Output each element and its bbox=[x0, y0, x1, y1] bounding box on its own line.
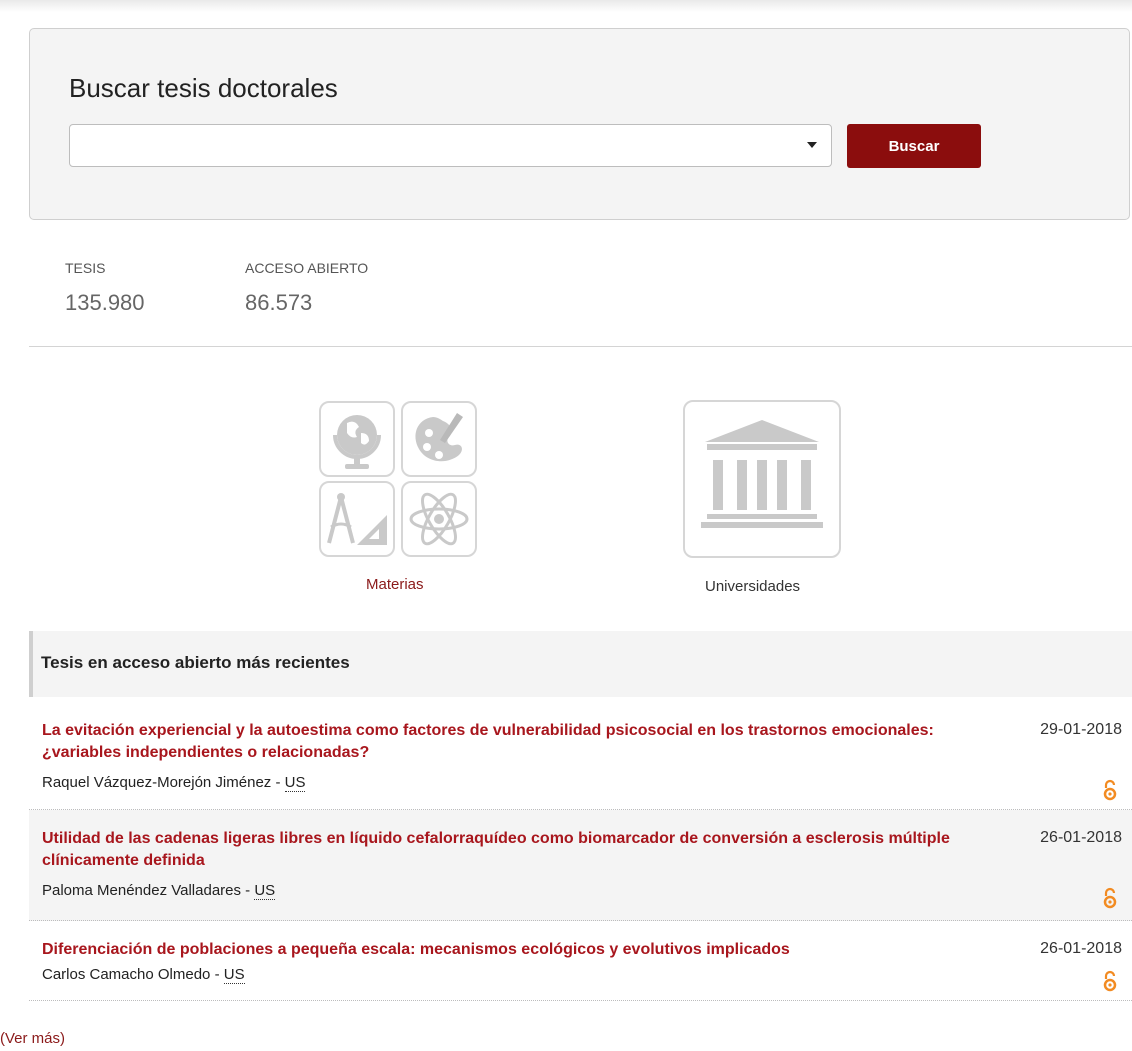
thesis-author: Paloma Menéndez Valladares - US bbox=[42, 882, 276, 900]
thesis-title-link[interactable]: Utilidad de las cadenas ligeras libres e… bbox=[42, 828, 992, 872]
search-title: Buscar tesis doctorales bbox=[69, 73, 338, 103]
list-item: Diferenciación de poblaciones a pequeña … bbox=[29, 921, 1132, 1001]
search-select[interactable] bbox=[69, 124, 832, 167]
search-panel: Buscar tesis doctorales Buscar bbox=[29, 28, 1130, 220]
university-abbr[interactable]: US bbox=[254, 882, 276, 900]
chevron-down-icon[interactable] bbox=[807, 142, 817, 148]
stat-tesis-label: TESIS bbox=[65, 260, 106, 276]
thesis-author: Raquel Vázquez-Morejón Jiménez - US bbox=[42, 774, 306, 792]
globe-icon[interactable] bbox=[319, 401, 395, 477]
atom-icon[interactable] bbox=[401, 481, 477, 557]
thesis-author: Carlos Camacho Olmedo - US bbox=[42, 966, 245, 984]
stat-tesis-value: 135.980 bbox=[65, 290, 145, 315]
thesis-date: 26-01-2018 bbox=[1040, 940, 1122, 957]
thesis-author-name: Carlos Camacho Olmedo - bbox=[42, 966, 224, 983]
search-button[interactable]: Buscar bbox=[847, 124, 981, 168]
top-shadow bbox=[0, 0, 1132, 12]
open-access-icon bbox=[1103, 779, 1117, 801]
ver-mas-link[interactable]: (Ver más) bbox=[0, 1030, 65, 1047]
thesis-author-name: Paloma Menéndez Valladares - bbox=[42, 882, 255, 899]
university-abbr[interactable]: US bbox=[223, 966, 245, 984]
thesis-title-link[interactable]: Diferenciación de poblaciones a pequeña … bbox=[42, 939, 992, 961]
thesis-date: 29-01-2018 bbox=[1040, 721, 1122, 738]
geometry-tools-icon[interactable] bbox=[319, 481, 395, 557]
open-access-icon bbox=[1103, 887, 1117, 909]
stat-abierto-label: ACCESO ABIERTO bbox=[245, 260, 369, 276]
stat-abierto-value: 86.573 bbox=[245, 290, 313, 315]
open-access-icon bbox=[1103, 970, 1117, 992]
palette-icon[interactable] bbox=[401, 401, 477, 477]
materias-link[interactable]: Materias bbox=[366, 576, 424, 593]
university-abbr[interactable]: US bbox=[284, 774, 306, 792]
thesis-date: 26-01-2018 bbox=[1040, 829, 1122, 846]
list-item: Utilidad de las cadenas ligeras libres e… bbox=[29, 810, 1132, 921]
universidades-link[interactable]: Universidades bbox=[705, 578, 800, 595]
thesis-author-name: Raquel Vázquez-Morejón Jiménez - bbox=[42, 774, 285, 791]
list-item: La evitación experiencial y la autoestim… bbox=[29, 697, 1132, 810]
university-building-icon[interactable] bbox=[683, 400, 841, 558]
divider bbox=[29, 346, 1132, 347]
recent-section-title: Tesis en acceso abierto más recientes bbox=[41, 653, 350, 672]
recent-section-header: Tesis en acceso abierto más recientes bbox=[29, 631, 1132, 697]
thesis-title-link[interactable]: La evitación experiencial y la autoestim… bbox=[42, 720, 992, 764]
